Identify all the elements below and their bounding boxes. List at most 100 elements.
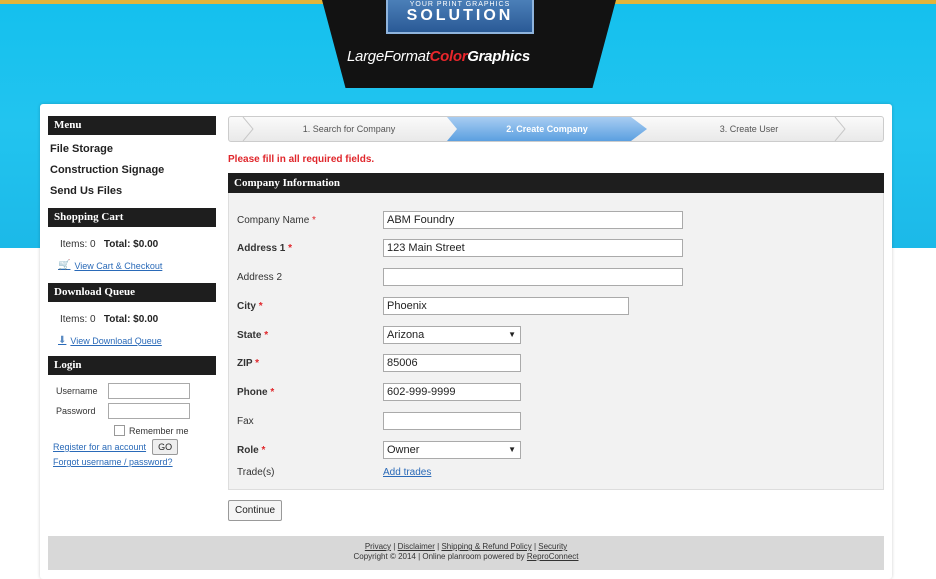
zip-row: ZIP * 85006 [237,354,521,372]
address1-input[interactable]: 123 Main Street [383,239,683,257]
required-star: * [288,242,293,254]
go-button[interactable]: GO [152,439,179,455]
remember-me-row: Remember me [114,425,216,436]
fax-input[interactable] [383,412,521,430]
chevron-down-icon: ▼ [508,445,516,454]
view-cart-label: View Cart & Checkout [74,260,163,271]
logo-subtitle-part3: Graphics [467,48,530,65]
zip-label: ZIP * [237,358,383,369]
company-information-heading: Company Information [228,173,884,193]
state-row: State * Arizona ▼ [237,326,521,344]
add-trades-link[interactable]: Add trades [383,467,431,478]
content-panel: Menu File Storage Construction Signage S… [40,104,892,579]
progress-steps: 1. Search for Company 2. Create Company … [228,116,884,142]
cart-icon: 🛒 [58,260,71,271]
footer-links: Privacy | Disclaimer | Shipping & Refund… [364,542,568,551]
username-label: Username [56,386,98,396]
password-input[interactable] [108,403,190,419]
remember-me-checkbox[interactable] [114,425,125,436]
company-name-label-text: Company Name [237,214,310,226]
cart-total: Total: $0.00 [103,239,159,250]
phone-label-text: Phone [237,386,268,398]
address2-label: Address 2 [237,271,283,283]
register-link[interactable]: Register for an account [53,442,146,452]
main-content: 1. Search for Company 2. Create Company … [228,116,884,521]
required-star: * [264,329,269,341]
required-star: * [261,444,266,456]
role-select[interactable]: Owner ▼ [383,441,521,459]
menu-heading: Menu [48,116,216,135]
required-fields-message: Please fill in all required fields. [228,154,375,165]
view-cart-link[interactable]: 🛒 View Cart & Checkout [58,260,216,271]
city-label: City * [237,301,383,312]
address2-input[interactable] [383,268,683,286]
view-queue-label: View Download Queue [70,335,162,346]
company-name-row: Company Name * ABM Foundry [237,211,683,229]
sidebar: Menu File Storage Construction Signage S… [48,116,216,467]
role-row: Role * Owner ▼ [237,441,521,459]
reproconnect-link[interactable]: ReproConnect [527,552,579,561]
disclaimer-link[interactable]: Disclaimer [398,542,435,551]
step-create-company: 2. Create Company [506,124,588,134]
register-row: Register for an account GO [53,439,216,455]
header-accent-line-right [606,0,936,4]
trades-label: Trade(s) [237,467,275,478]
remember-me-label: Remember me [129,425,189,436]
menu-item-file-storage[interactable]: File Storage [48,139,216,160]
chevron-down-icon: ▼ [508,330,516,339]
download-queue-heading: Download Queue [48,283,216,302]
continue-button[interactable]: Continue [228,500,283,521]
password-label: Password [56,406,96,416]
header-accent-line-left [0,0,330,4]
zip-input[interactable]: 85006 [383,354,521,372]
step-search-company: 1. Search for Company [302,124,396,134]
shopping-cart-heading: Shopping Cart [48,208,216,227]
password-row: Password [56,403,216,419]
menu-item-send-us-files[interactable]: Send Us Files [48,181,216,202]
fax-row: Fax [237,412,521,430]
state-select[interactable]: Arizona ▼ [383,326,521,344]
phone-row: Phone * 602-999-9999 [237,383,521,401]
cart-summary: Items: 0 Total: $0.00 [60,239,216,250]
company-form: Company Name * ABM Foundry Address 1 * 1… [228,193,884,490]
address1-label-text: Address 1 [237,242,286,254]
queue-summary: Items: 0 Total: $0.00 [60,314,216,325]
footer-copyright: Copyright © 2014 | Online planroom power… [48,552,884,562]
role-label: Role * [237,445,383,456]
queue-total: Total: $0.00 [103,314,159,325]
forgot-password-link[interactable]: Forgot username / password? [53,457,216,467]
shipping-refund-link[interactable]: Shipping & Refund Policy [441,542,531,551]
fax-label: Fax [237,415,254,427]
username-input[interactable] [108,383,190,399]
required-star: * [255,357,260,369]
city-label-text: City [237,300,256,312]
required-star: * [312,214,316,226]
queue-items-count: Items: 0 [60,314,96,325]
company-name-label: Company Name * [237,215,383,226]
state-select-value: Arizona [387,329,425,341]
cart-items-count: Items: 0 [60,239,96,250]
download-icon: ⬇ [58,335,67,346]
company-name-input[interactable]: ABM Foundry [383,211,683,229]
security-link[interactable]: Security [538,542,567,551]
city-row: City * Phoenix [237,297,629,315]
view-download-queue-link[interactable]: ⬇ View Download Queue [58,335,216,346]
phone-input[interactable]: 602-999-9999 [383,383,521,401]
trades-row: Trade(s) Add trades [237,467,431,478]
logo-subtitle-part2: Color [429,48,468,65]
login-heading: Login [48,356,216,375]
state-label-text: State [237,329,262,341]
copyright-text: Copyright © 2014 | Online planroom power… [353,552,525,561]
role-select-value: Owner [387,444,420,456]
zip-label-text: ZIP [237,357,253,369]
logo[interactable]: YOUR PRINT GRAPHICS SOLUTION [386,0,534,34]
required-star: * [270,386,275,398]
address1-row: Address 1 * 123 Main Street [237,239,683,257]
city-input[interactable]: Phoenix [383,297,629,315]
username-row: Username [56,383,216,399]
menu-item-construction-signage[interactable]: Construction Signage [48,160,216,181]
step-create-user: 3. Create User [719,124,779,134]
privacy-link[interactable]: Privacy [365,542,391,551]
state-label: State * [237,330,383,341]
phone-label: Phone * [237,387,383,398]
